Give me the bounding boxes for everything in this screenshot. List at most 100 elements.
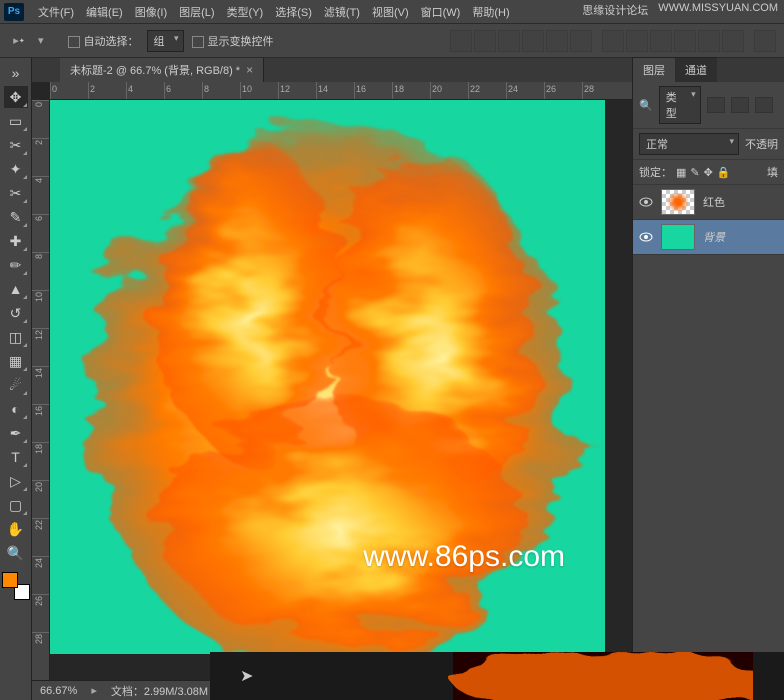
cursor-icon: ➤ <box>240 666 253 686</box>
canvas[interactable]: www.86ps.com <box>50 100 605 654</box>
layers-panel: 图层 通道 🔍 类型 正常 不透明 锁定： ▦ ✎ ✥ 🔒 填 红色 <box>632 58 784 700</box>
panel-tabs: 图层 通道 <box>633 58 784 82</box>
filter-kind-dropdown[interactable]: 类型 <box>659 86 701 124</box>
auto-select-checkbox[interactable]: 自动选择： <box>68 33 139 49</box>
show-transform-checkbox[interactable]: 显示变换控件 <box>192 33 274 49</box>
pen-tool[interactable]: ✒ <box>4 422 28 444</box>
close-tab-icon[interactable]: × <box>246 63 253 77</box>
align-btn[interactable] <box>522 30 544 52</box>
visibility-icon[interactable] <box>639 232 653 242</box>
eyedropper-tool[interactable]: ✎ <box>4 206 28 228</box>
tab-layers[interactable]: 图层 <box>633 57 675 82</box>
filter-adjust-icon[interactable] <box>731 97 749 113</box>
move-tool-indicator: ▸✦ <box>8 30 30 52</box>
collapse-toolbar-icon[interactable]: » <box>4 62 28 84</box>
tool-preset-chevron[interactable]: ▾ <box>38 34 44 47</box>
auto-align-btn[interactable] <box>754 30 776 52</box>
layer-filter-row: 🔍 类型 <box>633 82 784 129</box>
document-tab-row: 未标题-2 @ 66.7% (背景, RGB/8) * × <box>32 58 632 82</box>
gradient-tool[interactable]: ▦ <box>4 350 28 372</box>
auto-select-dropdown[interactable]: 组 <box>147 30 184 52</box>
zoom-tool[interactable]: 🔍 <box>4 542 28 564</box>
menu-help[interactable]: 帮助(H) <box>466 1 515 23</box>
fill-label: 填 <box>767 164 778 180</box>
menu-layer[interactable]: 图层(L) <box>173 1 220 23</box>
eraser-tool[interactable]: ◫ <box>4 326 28 348</box>
app-logo: Ps <box>4 3 24 21</box>
credit-url: WWW.MISSYUAN.COM <box>658 2 778 18</box>
menu-type[interactable]: 类型(Y) <box>221 1 270 23</box>
lasso-tool[interactable]: ✂ <box>4 134 28 156</box>
foreground-swatch[interactable] <box>2 572 18 588</box>
distribute-btn[interactable] <box>722 30 744 52</box>
opacity-label: 不透明 <box>745 136 778 152</box>
menu-filter[interactable]: 滤镜(T) <box>318 1 366 23</box>
marquee-tool[interactable]: ▭ <box>4 110 28 132</box>
document-tab-title: 未标题-2 @ 66.7% (背景, RGB/8) * <box>70 62 240 78</box>
doc-info: 文档：2.99M/3.08M <box>111 683 208 699</box>
clone-stamp-tool[interactable]: ▲ <box>4 278 28 300</box>
layer-row[interactable]: 红色 <box>633 185 784 220</box>
crop-tool[interactable]: ✂ <box>4 182 28 204</box>
ruler-horizontal[interactable]: 0246810121416182022242628 <box>50 82 632 100</box>
blend-mode-dropdown[interactable]: 正常 <box>639 133 739 155</box>
visibility-icon[interactable] <box>639 197 653 207</box>
history-brush-tool[interactable]: ↺ <box>4 302 28 324</box>
menu-view[interactable]: 视图(V) <box>366 1 415 23</box>
lock-label: 锁定： <box>639 164 672 180</box>
align-btn[interactable] <box>546 30 568 52</box>
distribute-btn[interactable] <box>698 30 720 52</box>
healing-brush-tool[interactable]: ✚ <box>4 230 28 252</box>
layer-name[interactable]: 红色 <box>703 194 725 210</box>
status-chevron-icon[interactable]: ▸ <box>91 684 97 697</box>
color-swatches[interactable] <box>2 572 30 600</box>
layer-name[interactable]: 背景 <box>703 229 725 245</box>
layer-row[interactable]: 背景 <box>633 220 784 255</box>
tools-panel: » ✥ ▭ ✂ ✦ ✂ ✎ ✚ ✏ ▲ ↺ ◫ ▦ ☄ ◐ ✒ T ▷ ▢ ✋ … <box>0 58 32 700</box>
auto-select-label: 自动选择： <box>84 36 139 48</box>
watermark-text: www.86ps.com <box>363 540 565 574</box>
zoom-level[interactable]: 66.67% <box>40 685 77 697</box>
lock-position-icon[interactable]: ✥ <box>704 166 713 179</box>
distribute-btn[interactable] <box>602 30 624 52</box>
distribute-btn[interactable] <box>674 30 696 52</box>
hand-tool[interactable]: ✋ <box>4 518 28 540</box>
layer-thumbnail[interactable] <box>661 224 695 250</box>
magic-wand-tool[interactable]: ✦ <box>4 158 28 180</box>
align-icons-group <box>450 30 776 52</box>
options-bar: ▸✦ ▾ 自动选择： 组 显示变换控件 <box>0 24 784 58</box>
show-transform-label: 显示变换控件 <box>208 36 274 48</box>
dodge-tool[interactable]: ◐ <box>4 398 28 420</box>
document-tab[interactable]: 未标题-2 @ 66.7% (背景, RGB/8) * × <box>60 58 264 82</box>
menu-edit[interactable]: 编辑(E) <box>80 1 129 23</box>
credit-cn: 思缘设计论坛 <box>582 2 648 18</box>
align-btn[interactable] <box>450 30 472 52</box>
move-tool[interactable]: ✥ <box>4 86 28 108</box>
type-tool[interactable]: T <box>4 446 28 468</box>
credit-bar: 思缘设计论坛 WWW.MISSYUAN.COM <box>582 2 778 18</box>
align-btn[interactable] <box>570 30 592 52</box>
lock-transparent-icon[interactable]: ▦ <box>676 166 686 179</box>
tab-channels[interactable]: 通道 <box>675 57 717 82</box>
lock-all-icon[interactable]: 🔒 <box>717 166 731 179</box>
layer-thumbnail[interactable] <box>661 189 695 215</box>
lock-row: 锁定： ▦ ✎ ✥ 🔒 填 <box>633 160 784 185</box>
filter-pixel-icon[interactable] <box>707 97 725 113</box>
align-btn[interactable] <box>474 30 496 52</box>
blur-tool[interactable]: ☄ <box>4 374 28 396</box>
lock-paint-icon[interactable]: ✎ <box>690 166 699 179</box>
distribute-btn[interactable] <box>650 30 672 52</box>
filter-search-icon[interactable]: 🔍 <box>639 99 653 112</box>
filter-type-icon[interactable] <box>755 97 773 113</box>
menu-window[interactable]: 窗口(W) <box>415 1 467 23</box>
menu-select[interactable]: 选择(S) <box>269 1 318 23</box>
menu-file[interactable]: 文件(F) <box>32 1 80 23</box>
document-area: 未标题-2 @ 66.7% (背景, RGB/8) * × 0246810121… <box>32 58 632 700</box>
align-btn[interactable] <box>498 30 520 52</box>
shape-tool[interactable]: ▢ <box>4 494 28 516</box>
menu-image[interactable]: 图像(I) <box>129 1 173 23</box>
ruler-vertical[interactable]: 0246810121416182022242628 <box>32 100 50 680</box>
distribute-btn[interactable] <box>626 30 648 52</box>
path-selection-tool[interactable]: ▷ <box>4 470 28 492</box>
brush-tool[interactable]: ✏ <box>4 254 28 276</box>
